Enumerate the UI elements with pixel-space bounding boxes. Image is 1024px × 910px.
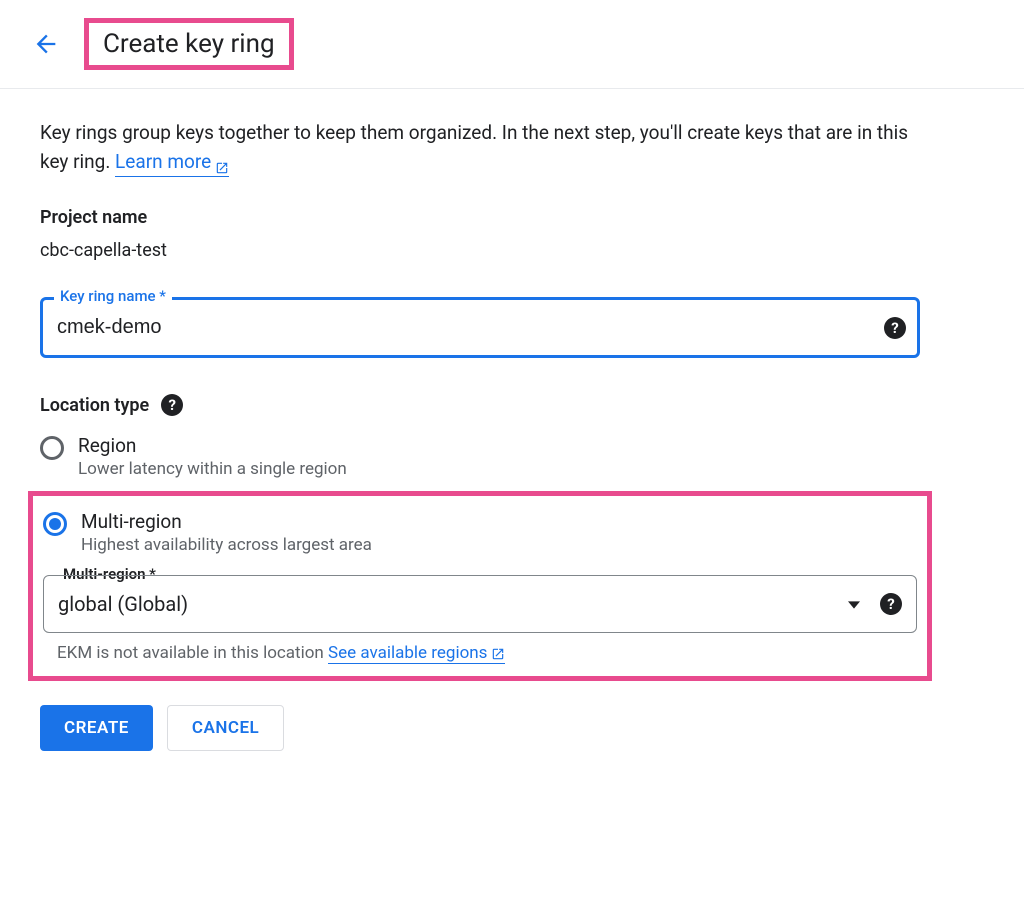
action-buttons: CREATE CANCEL — [40, 705, 920, 751]
project-name-label: Project name — [40, 207, 920, 228]
key-ring-name-label: Key ring name * — [54, 287, 172, 305]
key-ring-name-input-box[interactable] — [40, 297, 920, 358]
chevron-down-icon — [848, 592, 860, 616]
key-ring-name-input[interactable] — [57, 316, 867, 339]
radio-region[interactable]: Region Lower latency within a single reg… — [40, 432, 920, 481]
external-link-icon — [491, 646, 505, 660]
learn-more-link[interactable]: Learn more — [115, 148, 229, 178]
cancel-button[interactable]: CANCEL — [167, 705, 284, 751]
see-regions-label: See available regions — [328, 643, 487, 663]
radio-multi-label: Multi-region — [81, 510, 372, 533]
radio-region-label: Region — [78, 434, 347, 457]
learn-more-label: Learn more — [115, 148, 211, 177]
page-header: Create key ring — [0, 0, 1024, 89]
radio-region-desc: Lower latency within a single region — [78, 459, 347, 479]
helper-prefix: EKM is not available in this location — [57, 643, 328, 663]
external-link-icon — [215, 155, 229, 169]
radio-icon[interactable] — [40, 436, 64, 460]
radio-multi-desc: Highest availability across largest area — [81, 535, 372, 555]
help-icon[interactable]: ? — [880, 593, 902, 615]
multi-region-selected-value: global (Global) — [58, 592, 188, 616]
help-icon[interactable]: ? — [884, 317, 906, 339]
location-type-label: Location type — [40, 395, 149, 416]
see-regions-link[interactable]: See available regions — [328, 643, 505, 664]
radio-icon[interactable] — [43, 512, 67, 536]
title-highlight: Create key ring — [84, 18, 294, 70]
radio-multi-region[interactable]: Multi-region Highest availability across… — [43, 508, 917, 557]
description-text: Key rings group keys together to keep th… — [40, 119, 920, 177]
project-name-value: cbc-capella-test — [40, 240, 920, 261]
location-type-header: Location type ? — [40, 394, 920, 416]
multi-region-highlight: Multi-region Highest availability across… — [28, 491, 932, 681]
location-type-radio-group: Region Lower latency within a single reg… — [40, 432, 920, 681]
back-arrow-icon[interactable] — [32, 30, 60, 58]
key-ring-name-field: Key ring name * ? — [40, 297, 920, 358]
multi-region-select-field: Multi-region * global (Global) ? — [43, 575, 917, 633]
create-button[interactable]: CREATE — [40, 705, 153, 751]
multi-region-select[interactable]: global (Global) ? — [43, 575, 917, 633]
multi-region-helper: EKM is not available in this location Se… — [57, 643, 917, 664]
page-title: Create key ring — [103, 29, 275, 59]
help-icon[interactable]: ? — [161, 394, 183, 416]
content-area: Key rings group keys together to keep th… — [0, 89, 960, 781]
